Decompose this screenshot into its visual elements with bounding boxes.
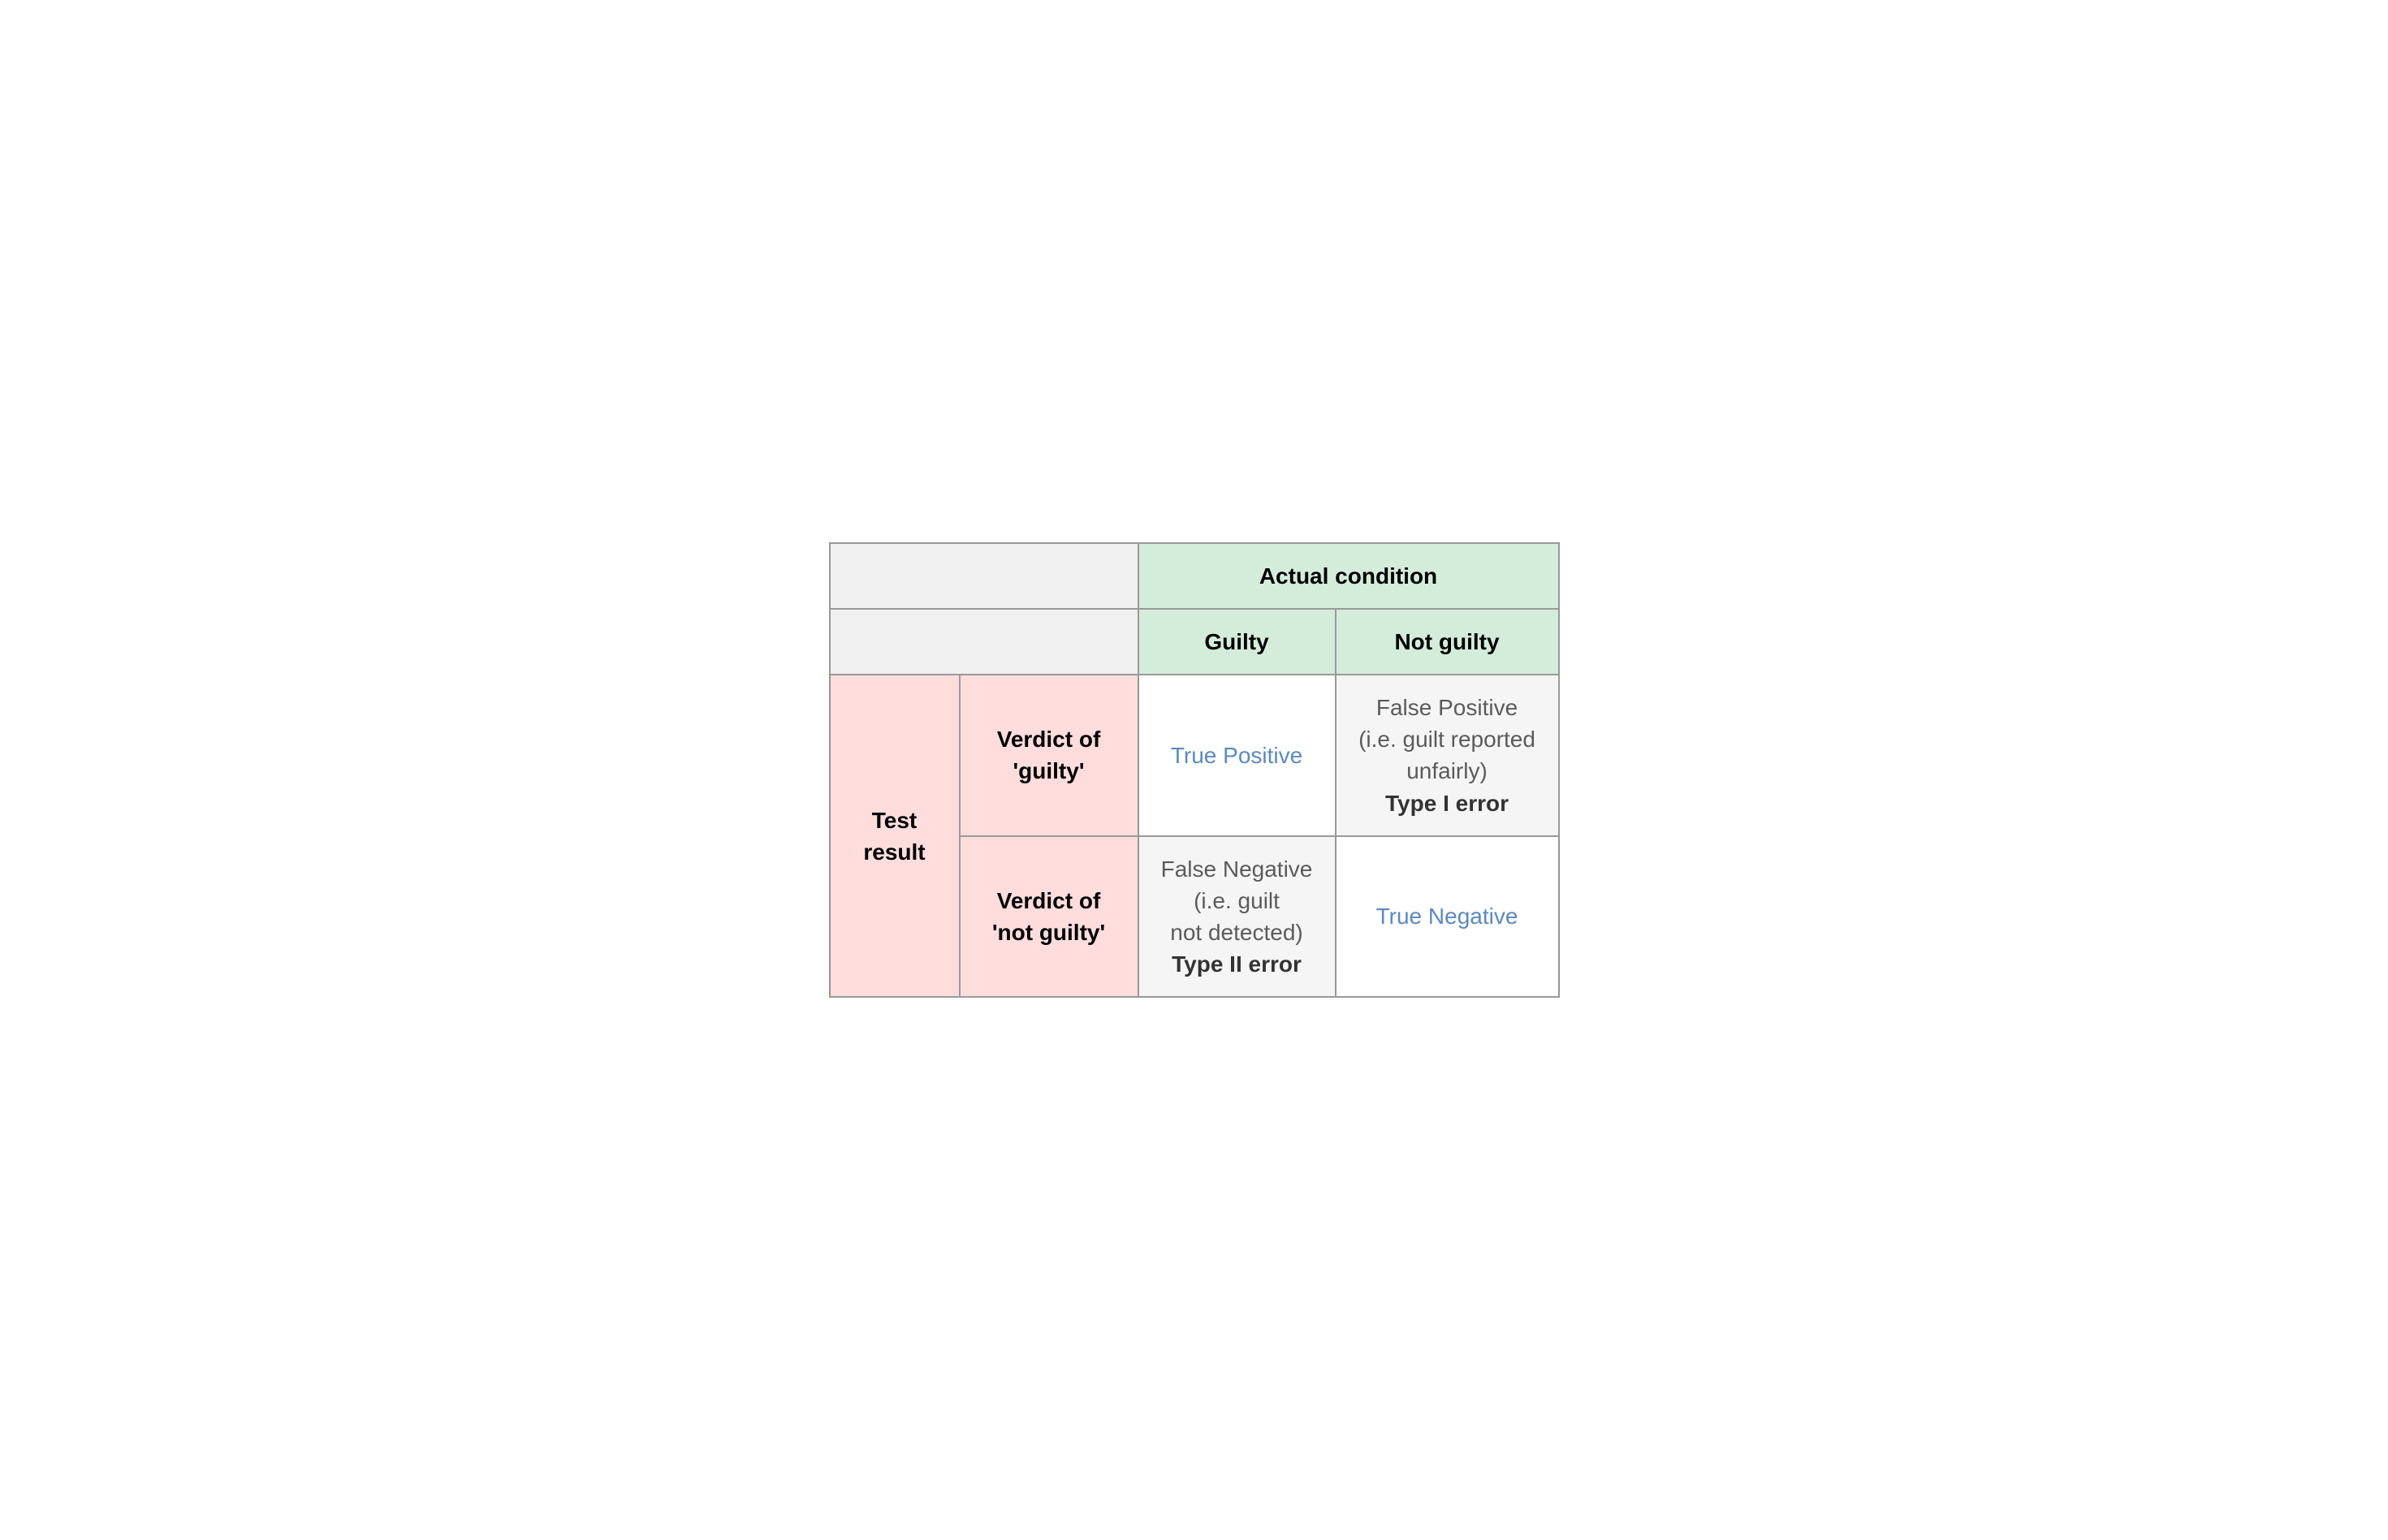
true-negative-cell: True Negative	[1336, 836, 1559, 998]
not-guilty-header: Not guilty	[1336, 609, 1559, 675]
false-negative-description: False Negative(i.e. guiltnot detected)	[1161, 856, 1313, 945]
false-negative-cell: False Negative(i.e. guiltnot detected) T…	[1138, 836, 1336, 998]
verdict-guilty-label: Verdict of 'guilty'	[960, 675, 1138, 836]
false-positive-description: False Positive(i.e. guilt reportedunfair…	[1358, 695, 1535, 783]
test-result-label: Test result	[830, 675, 960, 998]
empty-topleft-cell	[830, 543, 1138, 609]
type-II-error-label: Type II error	[1172, 951, 1302, 977]
actual-condition-header: Actual condition	[1138, 543, 1559, 609]
verdict-not-guilty-label: Verdict of 'not guilty'	[960, 836, 1138, 998]
confusion-matrix-table: Actual condition Guilty Not guilty Test …	[829, 542, 1560, 999]
guilty-header: Guilty	[1138, 609, 1336, 675]
false-positive-cell: False Positive(i.e. guilt reportedunfair…	[1336, 675, 1559, 836]
empty-subheader-cell	[830, 609, 1138, 675]
type-I-error-label: Type I error	[1385, 791, 1509, 816]
true-positive-cell: True Positive	[1138, 675, 1336, 836]
